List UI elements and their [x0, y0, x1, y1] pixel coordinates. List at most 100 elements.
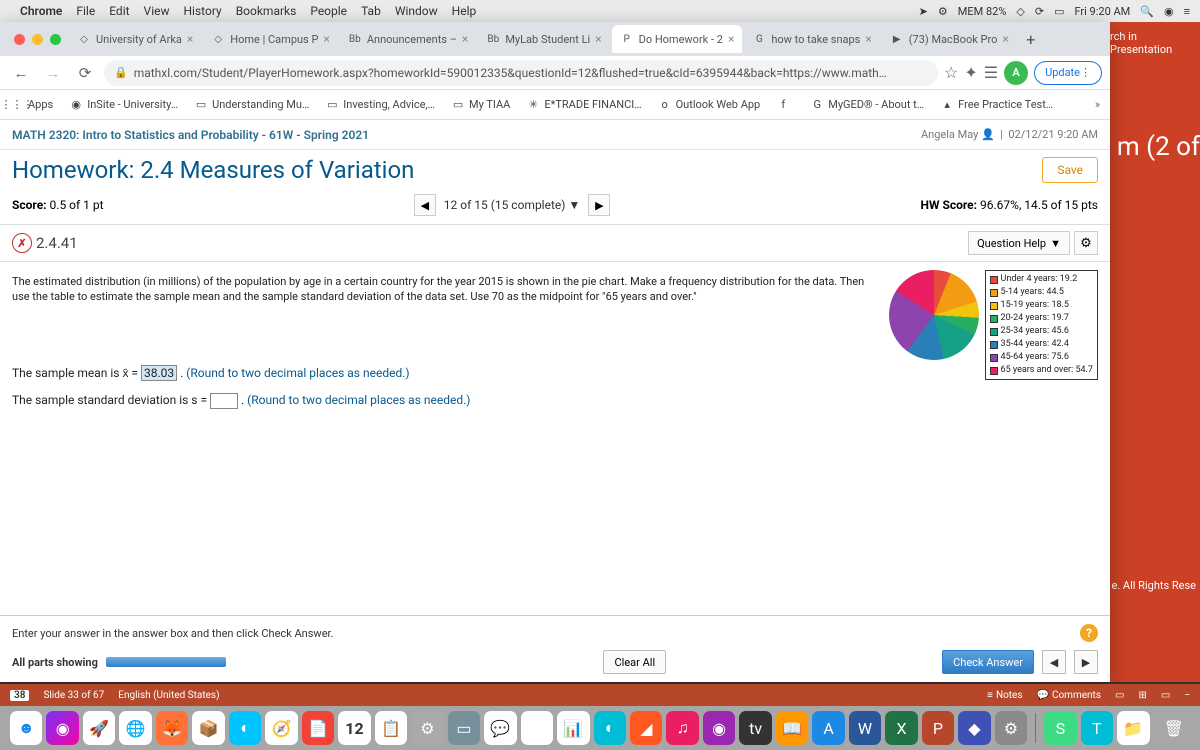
bookmark-item[interactable]: ▭Understanding Mu… [194, 98, 309, 112]
browser-tab[interactable]: Ghow to take snaps× [744, 25, 879, 53]
bookmark-item[interactable]: ▭Investing, Advice,… [325, 98, 435, 112]
tab-close-icon[interactable]: × [595, 32, 601, 46]
dock-music[interactable]: ♫ [666, 711, 698, 745]
extensions-icon[interactable]: ✦ [964, 63, 977, 82]
dock-app1[interactable]: 📦 [192, 711, 224, 745]
dock-app10[interactable]: S [1044, 711, 1076, 745]
dock-excel[interactable]: X [885, 711, 917, 745]
dock-pdf[interactable]: 📄 [302, 711, 334, 745]
dock-numbers[interactable]: 📊 [557, 711, 589, 745]
bookmark-item[interactable]: ◉InSite - University… [69, 98, 178, 112]
notes-button[interactable]: ≡ Notes [987, 690, 1022, 701]
profile-avatar[interactable]: A [1004, 61, 1028, 85]
footer-next-button[interactable]: ▶ [1074, 650, 1098, 674]
view-reading-icon[interactable]: ▭ [1161, 690, 1170, 701]
bookmark-item[interactable]: f [776, 98, 794, 112]
forward-button[interactable]: → [40, 60, 66, 86]
dock-reminders[interactable]: 📋 [375, 711, 407, 745]
browser-tab[interactable]: BbAnnouncements –× [340, 25, 477, 53]
close-window-button[interactable] [14, 34, 25, 45]
back-button[interactable]: ← [8, 60, 34, 86]
dock-safari[interactable]: 🧭 [265, 711, 297, 745]
dock-calendar[interactable]: 12 [338, 711, 370, 745]
new-tab-button[interactable]: + [1019, 27, 1043, 51]
dock-tv[interactable]: tv [739, 711, 771, 745]
progress-text[interactable]: 12 of 15 (15 complete) ▼ [444, 198, 581, 212]
clear-all-button[interactable]: Clear All [603, 650, 666, 674]
menu-history[interactable]: History [184, 4, 222, 18]
battery-icon[interactable]: ▭ [1054, 5, 1064, 18]
menu-bookmarks[interactable]: Bookmarks [236, 4, 297, 18]
dock-app8[interactable]: ◢ [630, 711, 662, 745]
slide-counter[interactable]: Slide 33 of 67 [43, 690, 104, 701]
clock[interactable]: Fri 9:20 AM [1074, 5, 1130, 18]
dock-trash[interactable]: 🗑 [1158, 711, 1190, 745]
prev-question-button[interactable]: ◀ [414, 194, 436, 216]
browser-tab[interactable]: PDo Homework - 2× [612, 25, 743, 53]
url-field[interactable]: 🔒 mathxl.com/Student/PlayerHomework.aspx… [104, 60, 938, 86]
bookmark-item[interactable]: ✳E*TRADE FINANCI… [526, 98, 641, 112]
dock-firefox[interactable]: 🦊 [156, 711, 188, 745]
dock-powerpoint[interactable]: P [922, 711, 954, 745]
menu-tab[interactable]: Tab [361, 4, 381, 18]
browser-tab[interactable]: BbMyLab Student Li× [478, 25, 609, 53]
dock-podcasts[interactable]: ◉ [703, 711, 735, 745]
tab-close-icon[interactable]: × [865, 32, 871, 46]
tab-close-icon[interactable]: × [1002, 32, 1008, 46]
bookmark-item[interactable]: ▭My TIAA [451, 98, 510, 112]
menu-edit[interactable]: Edit [109, 4, 129, 18]
help-icon[interactable]: ? [1080, 624, 1098, 642]
fan-icon[interactable]: ⚙ [938, 5, 948, 18]
update-button[interactable]: Update ⋮ [1034, 61, 1102, 85]
browser-tab[interactable]: ◇Home | Campus P× [203, 25, 338, 53]
bookmark-item[interactable]: oOutlook Web App [658, 98, 761, 112]
bookmark-item[interactable]: GMyGED® - About t… [810, 98, 924, 112]
dock-app5[interactable]: 💬 [484, 711, 516, 745]
mem-status[interactable]: MEM 82% [958, 5, 1007, 18]
dock-app7[interactable]: ◐ [594, 711, 626, 745]
comments-button[interactable]: 💬 Comments [1037, 690, 1101, 701]
list-icon[interactable]: ≡ [1184, 5, 1190, 18]
bookmark-item[interactable]: ⋮⋮⋮Apps [10, 98, 53, 112]
dock-finder[interactable]: ☻ [10, 711, 42, 745]
bookmarks-overflow[interactable]: » [1095, 98, 1100, 111]
settings-gear-button[interactable]: ⚙ [1074, 231, 1098, 255]
tab-close-icon[interactable]: × [187, 32, 193, 46]
menu-file[interactable]: File [76, 4, 95, 18]
view-normal-icon[interactable]: ▭ [1115, 690, 1124, 701]
dock-app2[interactable]: ◐ [229, 711, 261, 745]
menu-help[interactable]: Help [452, 4, 477, 18]
dock-app6[interactable]: ✏ [521, 711, 553, 745]
dock-chrome[interactable]: 🌐 [119, 711, 151, 745]
menu-window[interactable]: Window [395, 4, 438, 18]
menu-people[interactable]: People [310, 4, 347, 18]
spotlight-icon[interactable]: 🔍 [1140, 5, 1154, 18]
footer-prev-button[interactable]: ◀ [1042, 650, 1066, 674]
zoom-out-icon[interactable]: − [1184, 690, 1190, 701]
browser-tab[interactable]: ◇University of Arka× [69, 25, 201, 53]
tab-close-icon[interactable]: × [728, 32, 734, 46]
dock-preferences[interactable]: ⚙ [995, 711, 1027, 745]
dock-books[interactable]: 📖 [776, 711, 808, 745]
dock-launchpad[interactable]: 🚀 [83, 711, 115, 745]
star-icon[interactable]: ☆ [944, 63, 958, 82]
dropbox-icon[interactable]: ◇ [1016, 5, 1024, 18]
sd-answer-field[interactable] [210, 393, 238, 409]
dock-app11[interactable]: T [1081, 711, 1113, 745]
minimize-window-button[interactable] [32, 34, 43, 45]
view-sorter-icon[interactable]: ⊞ [1138, 690, 1146, 701]
dock-app9[interactable]: ◆ [958, 711, 990, 745]
maximize-window-button[interactable] [50, 34, 61, 45]
reading-list-icon[interactable]: ☰ [984, 63, 998, 82]
sync-icon[interactable]: ⟳ [1035, 5, 1044, 18]
dock-app3[interactable]: ⚙ [411, 711, 443, 745]
tab-close-icon[interactable]: × [462, 32, 468, 46]
dock-appstore[interactable]: A [812, 711, 844, 745]
language[interactable]: English (United States) [118, 690, 219, 701]
menu-view[interactable]: View [144, 4, 170, 18]
bookmark-item[interactable]: ▴Free Practice Test… [940, 98, 1053, 112]
mean-answer-field[interactable]: 38.03 [141, 365, 177, 381]
dock-word[interactable]: W [849, 711, 881, 745]
menu-app-name[interactable]: Chrome [20, 4, 62, 18]
reload-button[interactable]: ⟳ [72, 60, 98, 86]
